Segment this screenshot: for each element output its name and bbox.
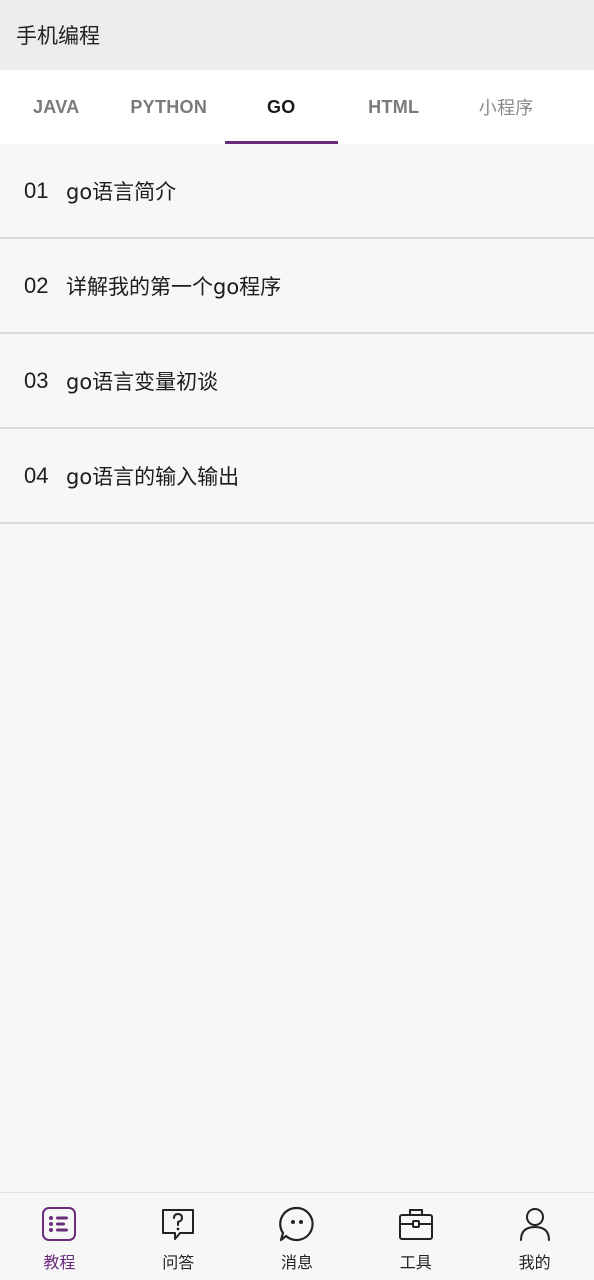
tab-label: GO bbox=[266, 96, 296, 117]
lesson-number: 04 bbox=[24, 462, 49, 488]
lesson-item[interactable]: 02 详解我的第一个go程序 bbox=[0, 239, 594, 334]
top-app-bar: 手机编程 bbox=[0, 0, 594, 70]
tab-html[interactable]: HTML bbox=[338, 70, 451, 144]
list-icon bbox=[40, 1205, 78, 1243]
chat-icon bbox=[278, 1205, 316, 1243]
lesson-title: go语言简介 bbox=[66, 179, 177, 204]
lesson-list: 01 go语言简介 02 详解我的第一个go程序 03 go语言变量初谈 04 … bbox=[0, 144, 594, 524]
tab-label: 小程序 bbox=[478, 98, 534, 119]
app-title: 手机编程 bbox=[16, 24, 100, 48]
tab-miniprogram[interactable]: 小程序 bbox=[450, 70, 563, 144]
nav-label: 消息 bbox=[280, 1253, 313, 1272]
toolbox-icon bbox=[397, 1205, 435, 1243]
bottom-navigation: 教程 问答 消息 工具 我的 bbox=[0, 1192, 594, 1280]
nav-label: 我的 bbox=[518, 1253, 551, 1272]
nav-label: 教程 bbox=[43, 1253, 76, 1272]
lesson-number: 02 bbox=[24, 272, 49, 298]
app-root: 手机编程 JAVA PYTHON GO HTML 小程序 01 go语言简介 0… bbox=[0, 0, 594, 1280]
lesson-title: go语言变量初谈 bbox=[66, 369, 219, 394]
tab-label: PYTHON bbox=[130, 96, 208, 117]
tab-java[interactable]: JAVA bbox=[0, 70, 113, 144]
nav-messages[interactable]: 消息 bbox=[238, 1193, 357, 1280]
lesson-item[interactable]: 03 go语言变量初谈 bbox=[0, 334, 594, 429]
lesson-number: 03 bbox=[24, 367, 49, 393]
nav-tools[interactable]: 工具 bbox=[356, 1193, 475, 1280]
nav-mine[interactable]: 我的 bbox=[475, 1193, 594, 1280]
question-icon bbox=[159, 1205, 197, 1243]
lesson-title: go语言的输入输出 bbox=[66, 464, 240, 489]
lesson-title: 详解我的第一个go程序 bbox=[66, 274, 282, 299]
tab-python[interactable]: PYTHON bbox=[113, 70, 226, 144]
lesson-number: 01 bbox=[24, 177, 49, 203]
tab-label: JAVA bbox=[32, 96, 80, 117]
nav-qa[interactable]: 问答 bbox=[119, 1193, 238, 1280]
tab-label: HTML bbox=[368, 96, 420, 117]
nav-label: 问答 bbox=[162, 1253, 195, 1272]
tab-go[interactable]: GO bbox=[225, 70, 338, 144]
category-tabs: JAVA PYTHON GO HTML 小程序 bbox=[0, 70, 594, 144]
nav-tutorial[interactable]: 教程 bbox=[0, 1193, 119, 1280]
lesson-item[interactable]: 04 go语言的输入输出 bbox=[0, 429, 594, 524]
person-icon bbox=[516, 1205, 554, 1243]
lesson-item[interactable]: 01 go语言简介 bbox=[0, 144, 594, 239]
nav-label: 工具 bbox=[399, 1253, 432, 1272]
